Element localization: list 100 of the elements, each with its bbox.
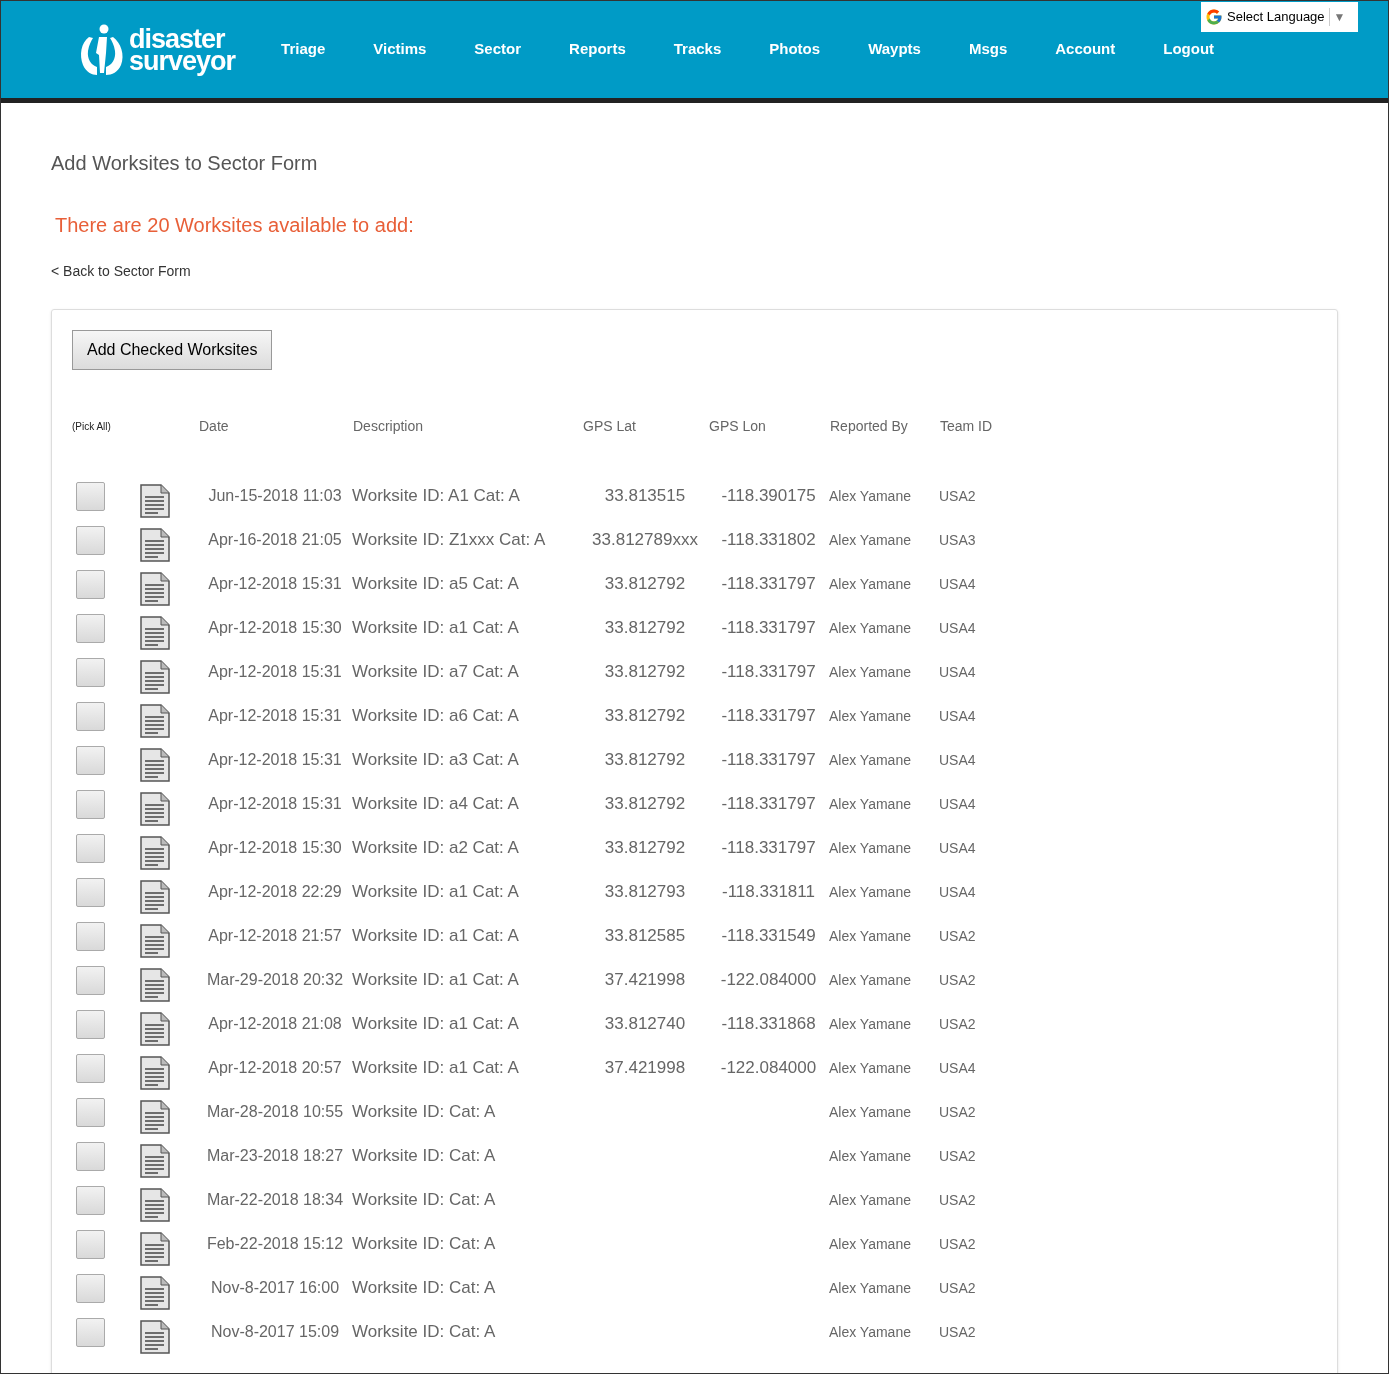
reported-by-cell: Alex Yamane bbox=[829, 883, 911, 900]
row-checkbox[interactable] bbox=[76, 745, 105, 775]
gps-lon-cell-text: -118.331797 bbox=[721, 705, 816, 728]
row-checkbox[interactable] bbox=[76, 1141, 105, 1171]
team-id-cell: USA2 bbox=[939, 1015, 976, 1032]
document-icon[interactable] bbox=[140, 880, 170, 914]
gps-lon-cell-text: -118.331797 bbox=[721, 573, 816, 596]
date-cell-text: Apr-12-2018 20:57 bbox=[208, 1058, 342, 1078]
nav-link[interactable]: Msgs bbox=[944, 38, 1032, 61]
description-cell: Worksite ID: a1 Cat: A bbox=[352, 882, 519, 902]
team-id-cell: USA2 bbox=[939, 971, 976, 988]
document-icon[interactable] bbox=[140, 1144, 170, 1178]
document-icon[interactable] bbox=[140, 528, 170, 562]
person-in-hands-logo-icon bbox=[79, 22, 125, 77]
gps-lat-cell-text: 37.421998 bbox=[604, 1057, 686, 1080]
team-id-cell: USA4 bbox=[939, 707, 976, 724]
row-checkbox[interactable] bbox=[76, 613, 105, 643]
description-cell: Worksite ID: Cat: A bbox=[352, 1102, 496, 1122]
document-icon[interactable] bbox=[140, 616, 170, 650]
column-header: Team ID bbox=[940, 416, 994, 436]
gps-lon-cell-text: -118.331797 bbox=[721, 661, 816, 684]
document-icon[interactable] bbox=[140, 1056, 170, 1090]
document-icon[interactable] bbox=[140, 748, 170, 782]
back-link[interactable]: < Back to Sector Form bbox=[51, 261, 1338, 282]
nav-link[interactable]: Account bbox=[1031, 38, 1140, 61]
row-checkbox[interactable] bbox=[76, 1009, 105, 1039]
gps-lon-cell-text: -118.331811 bbox=[722, 881, 815, 904]
row-checkbox[interactable] bbox=[76, 1097, 105, 1127]
reported-by-cell: Alex Yamane bbox=[829, 795, 911, 812]
nav-link[interactable]: Triage bbox=[257, 38, 350, 61]
document-icon[interactable] bbox=[140, 1100, 170, 1134]
document-icon[interactable] bbox=[140, 704, 170, 738]
gps-lat-cell-text: 33.812792 bbox=[604, 617, 686, 640]
pick-all-link[interactable]: (Pick All) bbox=[72, 418, 199, 434]
gps-lat-cell-text: 33.812792 bbox=[604, 749, 686, 772]
column-header: Reported By bbox=[830, 416, 909, 436]
date-cell-text: Feb-22-2018 15:12 bbox=[206, 1234, 344, 1254]
document-icon[interactable] bbox=[140, 572, 170, 606]
date-cell-text: Jun-15-2018 11:03 bbox=[208, 486, 342, 506]
document-icon[interactable] bbox=[140, 1232, 170, 1266]
description-cell: Worksite ID: Z1xxx Cat: A bbox=[352, 530, 546, 550]
add-checked-worksites-button[interactable]: Add Checked Worksites bbox=[72, 330, 273, 370]
nav-link[interactable]: Waypts bbox=[844, 38, 945, 61]
gps-lon-cell-text: -122.084000 bbox=[720, 1057, 817, 1080]
reported-by-cell: Alex Yamane bbox=[829, 1015, 911, 1032]
date-cell-text: Nov-8-2017 15:09 bbox=[210, 1322, 340, 1342]
row-checkbox[interactable] bbox=[76, 877, 105, 907]
description-cell: Worksite ID: a3 Cat: A bbox=[352, 750, 519, 770]
gps-lat-cell-text: 33.812793 bbox=[604, 881, 686, 904]
document-icon[interactable] bbox=[140, 1188, 170, 1222]
reported-by-cell: Alex Yamane bbox=[829, 927, 911, 944]
row-checkbox[interactable] bbox=[76, 569, 105, 599]
gps-lat-cell-text: 33.812585 bbox=[604, 925, 686, 948]
date-cell-text: Apr-12-2018 15:30 bbox=[208, 618, 342, 638]
row-checkbox[interactable] bbox=[76, 481, 105, 511]
team-id-cell: USA4 bbox=[939, 883, 976, 900]
document-icon[interactable] bbox=[140, 792, 170, 826]
page-title: Add Worksites to Sector Form bbox=[51, 151, 319, 176]
team-id-cell: USA2 bbox=[939, 1279, 976, 1296]
team-id-cell: USA2 bbox=[939, 1323, 976, 1340]
team-id-cell: USA4 bbox=[939, 839, 976, 856]
description-cell: Worksite ID: a1 Cat: A bbox=[352, 1014, 519, 1034]
nav-link[interactable]: Photos bbox=[745, 38, 845, 61]
language-select[interactable]: Select Language ▼ bbox=[1201, 2, 1358, 32]
google-icon bbox=[1205, 8, 1223, 26]
nav-link[interactable]: Logout bbox=[1139, 38, 1239, 61]
document-icon[interactable] bbox=[140, 968, 170, 1002]
nav-link[interactable]: Reports bbox=[545, 38, 650, 61]
row-checkbox[interactable] bbox=[76, 1317, 105, 1347]
date-cell-text: Apr-12-2018 15:31 bbox=[208, 662, 342, 682]
team-id-cell: USA2 bbox=[939, 1147, 976, 1164]
document-icon[interactable] bbox=[140, 660, 170, 694]
gps-lon-cell-text: -118.331797 bbox=[721, 837, 816, 860]
row-checkbox[interactable] bbox=[76, 789, 105, 819]
document-icon[interactable] bbox=[140, 1276, 170, 1310]
nav-link[interactable]: Victims bbox=[349, 38, 451, 61]
date-cell-text: Mar-23-2018 18:27 bbox=[206, 1146, 344, 1166]
document-icon[interactable] bbox=[140, 924, 170, 958]
row-checkbox[interactable] bbox=[76, 1053, 105, 1083]
row-checkbox[interactable] bbox=[76, 1273, 105, 1303]
row-checkbox[interactable] bbox=[76, 965, 105, 995]
document-icon[interactable] bbox=[140, 1320, 170, 1354]
row-checkbox[interactable] bbox=[76, 1185, 105, 1215]
row-checkbox[interactable] bbox=[76, 1229, 105, 1259]
row-checkbox[interactable] bbox=[76, 701, 105, 731]
reported-by-cell: Alex Yamane bbox=[829, 707, 911, 724]
gps-lat-cell-text: 37.421998 bbox=[604, 969, 686, 992]
gps-lon-cell-text: -118.331549 bbox=[721, 925, 816, 948]
nav-link[interactable]: Sector bbox=[450, 38, 546, 61]
document-icon[interactable] bbox=[140, 1012, 170, 1046]
row-checkbox[interactable] bbox=[76, 525, 105, 555]
document-icon[interactable] bbox=[140, 836, 170, 870]
row-checkbox[interactable] bbox=[76, 833, 105, 863]
row-checkbox[interactable] bbox=[76, 657, 105, 687]
gps-lat-cell-text: 33.812792 bbox=[604, 573, 686, 596]
row-checkbox[interactable] bbox=[76, 921, 105, 951]
nav-link[interactable]: Tracks bbox=[649, 38, 746, 61]
gps-lat-cell-text: 33.812792 bbox=[604, 837, 686, 860]
description-cell: Worksite ID: a1 Cat: A bbox=[352, 926, 519, 946]
document-icon[interactable] bbox=[140, 484, 170, 518]
